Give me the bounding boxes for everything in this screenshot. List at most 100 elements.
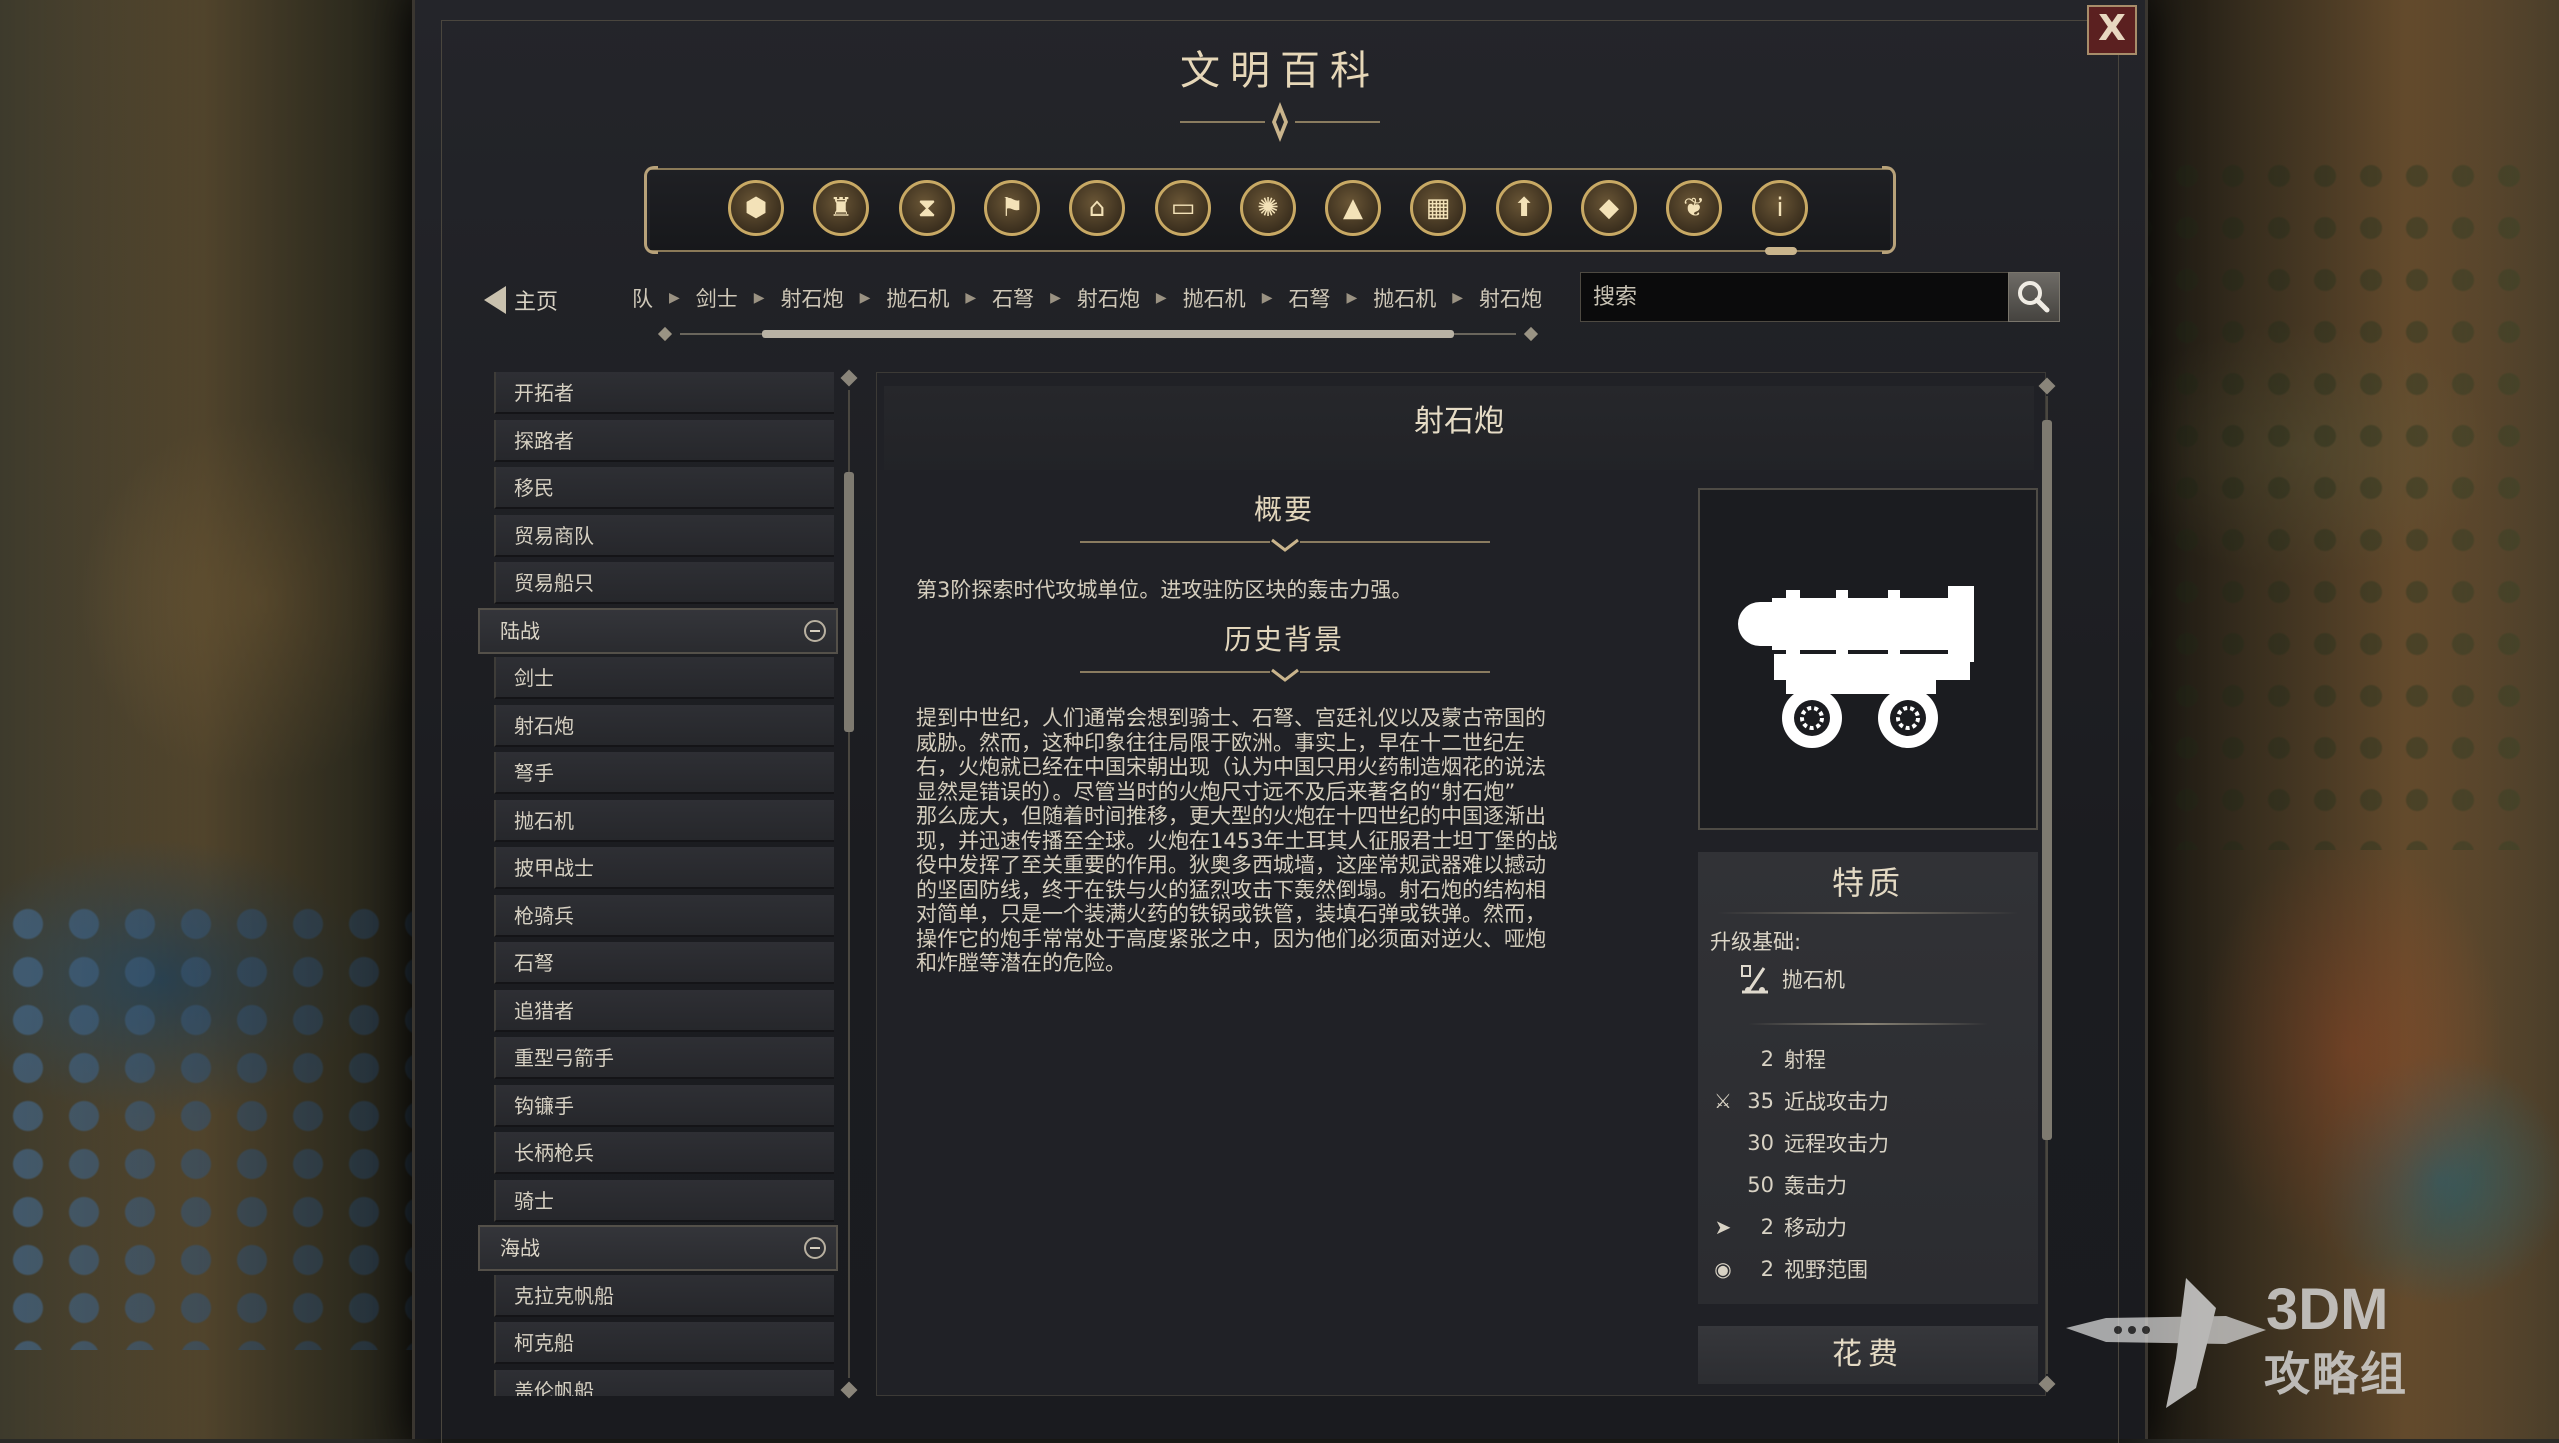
scroll-top-tip — [2038, 377, 2056, 395]
list-item[interactable]: 长柄枪兵 — [494, 1132, 834, 1174]
history-line: 威胁。然而，这种印象往往局限于欧洲。事实上，早在十二世纪左 — [916, 730, 1525, 755]
stat-value: 2 — [1760, 1215, 1774, 1239]
list-item[interactable]: 贸易船只 — [494, 562, 834, 604]
list-item[interactable]: 石弩 — [494, 942, 834, 984]
category-hourglass-icon[interactable]: ⧗ — [899, 180, 955, 236]
list-item[interactable]: 探路者 — [494, 420, 834, 462]
group-header-land-label: 陆战 — [500, 619, 540, 643]
scroll-right-end — [1523, 326, 1539, 342]
history-line: 右，火炮就已经在中国宋朝出现（认为中国只用火药制造烟花的说法 — [916, 755, 1546, 779]
breadcrumb-item[interactable]: 石弩 — [988, 283, 1038, 313]
stat-row: 2 射程 — [1708, 1044, 1826, 1074]
search-input[interactable] — [1580, 272, 2014, 322]
stat-value: 50 — [1747, 1173, 1774, 1197]
close-button[interactable]: X — [2087, 5, 2137, 55]
overview-heading: 概要 — [1253, 493, 1314, 526]
category-dove-icon[interactable]: ❦ — [1666, 180, 1722, 236]
breadcrumb-item[interactable]: 队 — [628, 283, 657, 313]
list-scrollbar[interactable] — [838, 369, 860, 1399]
list-item[interactable]: 贸易商队 — [494, 515, 834, 557]
list-item[interactable]: 披甲战士 — [494, 847, 834, 889]
breadcrumb-item[interactable]: 剑士 — [692, 283, 742, 313]
stat-label: 视野范围 — [1784, 1258, 1868, 1282]
breadcrumb-scrollbar[interactable] — [657, 326, 1539, 342]
breadcrumb-separator-icon: ▶ — [753, 290, 765, 306]
group-header-land[interactable]: 陆战 — [478, 608, 838, 654]
upgrade-unit-name: 抛石机 — [1782, 968, 1845, 992]
history-line: 和炸膛等潜在的危险。 — [916, 951, 1126, 975]
home-button[interactable]: 主页 — [484, 282, 558, 318]
list-item[interactable]: 追猎者 — [494, 990, 834, 1032]
breadcrumb-item[interactable]: 抛石机 — [1369, 283, 1440, 313]
traits-panel: 特质 升级基础: 抛石机 2 射程 ⚔ 35 近战攻击力 30 远程攻击力 50 轰击力 ➤ 2 移动… — [1698, 852, 2038, 1304]
stat-value: 2 — [1760, 1257, 1774, 1281]
breadcrumb-item[interactable]: 抛石机 — [882, 283, 953, 313]
list-item[interactable]: 钩镰手 — [494, 1085, 834, 1127]
history-line: 那么庞大，但随着时间推移，更大型的火炮在十四世纪的中国逐渐出 — [916, 804, 1546, 828]
scroll-left-end — [657, 326, 673, 342]
article-scroll-thumb[interactable] — [2042, 420, 2052, 1140]
breadcrumb-separator-icon: ▶ — [1452, 290, 1464, 306]
stat-value: 2 — [1760, 1047, 1774, 1071]
breadcrumb-separator-icon: ▶ — [1346, 290, 1358, 306]
list-item[interactable]: 骑士 — [494, 1180, 834, 1222]
scroll-thumb[interactable] — [762, 330, 1454, 338]
back-arrow-icon — [484, 286, 506, 314]
search-button[interactable] — [2008, 272, 2060, 322]
stat-label: 远程攻击力 — [1784, 1132, 1889, 1156]
upgrade-unit-link[interactable]: 抛石机 — [1738, 964, 1845, 994]
category-book-icon[interactable]: ▭ — [1155, 180, 1211, 236]
collapse-icon[interactable] — [804, 620, 826, 642]
breadcrumb-item[interactable]: 石弩 — [1284, 283, 1334, 313]
category-goblet-icon[interactable]: ♜ — [813, 180, 869, 236]
category-temple-icon[interactable]: ⌂ — [1069, 180, 1125, 236]
list-item[interactable]: 克拉克帆船 — [494, 1275, 834, 1317]
movement-icon: ➤ — [1714, 1215, 1732, 1239]
list-scroll-thumb[interactable] — [844, 472, 854, 732]
breadcrumb-item[interactable]: 射石炮 — [777, 283, 848, 313]
list-item[interactable]: 重型弓箭手 — [494, 1037, 834, 1079]
list-item[interactable]: 移民 — [494, 467, 834, 509]
stat-row: 50 轰击力 — [1708, 1170, 1847, 1200]
collapse-icon[interactable] — [804, 1237, 826, 1259]
group-header-naval-label: 海战 — [500, 1236, 540, 1260]
category-flag-icon[interactable]: ⚑ — [984, 180, 1040, 236]
list-item[interactable]: 抛石机 — [494, 800, 834, 842]
breadcrumb-item[interactable]: 射石炮 — [1475, 283, 1546, 313]
traits-divider — [1718, 912, 2018, 914]
breadcrumb-item[interactable]: 抛石机 — [1179, 283, 1250, 313]
list-item[interactable]: 剑士 — [494, 657, 834, 699]
category-atom-icon[interactable]: ✺ — [1240, 180, 1296, 236]
scroll-top-tip — [840, 369, 858, 387]
list-item[interactable]: 盖伦帆船 — [494, 1370, 834, 1396]
list-item[interactable]: 弩手 — [494, 752, 834, 794]
history-line: 提到中世纪，人们通常会想到骑士、石弩、宫廷礼仪以及蒙古帝国的 — [916, 706, 1546, 730]
history-ornament — [1080, 668, 1490, 682]
stat-row: 30 远程攻击力 — [1708, 1128, 1889, 1158]
list-item[interactable]: 枪骑兵 — [494, 895, 834, 937]
category-mountain-icon[interactable]: ▲ — [1325, 180, 1381, 236]
stat-row: ⚔ 35 近战攻击力 — [1708, 1086, 1889, 1116]
article-scrollbar[interactable] — [2036, 377, 2058, 1393]
stat-value: 30 — [1747, 1131, 1774, 1155]
category-resource-icon[interactable]: ◆ — [1581, 180, 1637, 236]
eye-icon: ◉ — [1714, 1257, 1732, 1281]
category-upgrade-icon[interactable]: ⬆ — [1496, 180, 1552, 236]
cost-heading: 花费 — [1698, 1326, 2038, 1384]
category-units-icon[interactable]: ⬢ — [728, 180, 784, 236]
stat-label: 射程 — [1784, 1048, 1826, 1072]
bombard-icon — [1738, 586, 1974, 748]
breadcrumb-separator-icon: ▶ — [1050, 290, 1061, 306]
category-building-icon[interactable]: ▦ — [1410, 180, 1466, 236]
traits-mid-divider — [1748, 1023, 1988, 1025]
upgrade-label: 升级基础: — [1710, 930, 1802, 954]
category-info-icon[interactable]: i — [1752, 180, 1808, 255]
list-item[interactable]: 射石炮 — [494, 705, 834, 747]
page-title: 文明百科 — [1180, 48, 1380, 94]
list-item[interactable]: 开拓者 — [494, 372, 834, 414]
list-item[interactable]: 柯克船 — [494, 1322, 834, 1364]
bar-cap-left — [644, 166, 658, 254]
history-line: 对简单，只是一个装满火药的铁锅或铁管，装填石弹或铁弹。然而， — [916, 902, 1546, 926]
breadcrumb-item[interactable]: 射石炮 — [1073, 283, 1144, 313]
group-header-naval[interactable]: 海战 — [478, 1225, 838, 1271]
